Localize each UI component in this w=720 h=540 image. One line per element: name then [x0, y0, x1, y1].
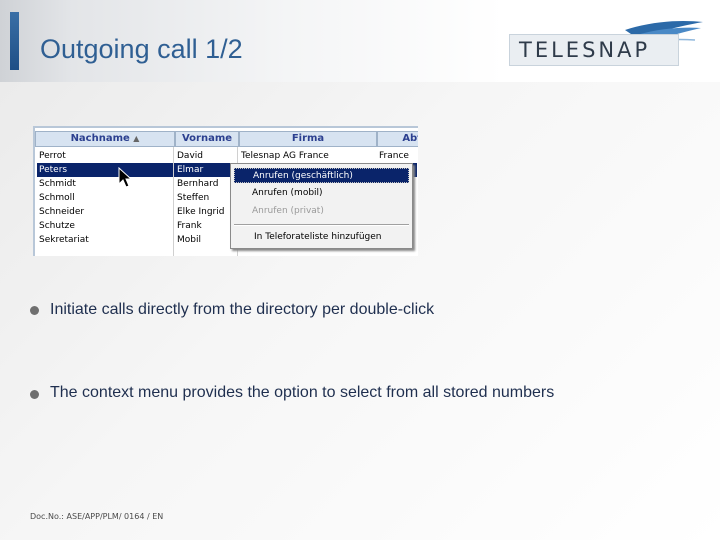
- column-header-label: Nachname: [70, 133, 130, 144]
- bullet-dot: [30, 390, 39, 399]
- menu-item-add-to-list[interactable]: In Teleforateliste hinzufügen: [234, 230, 409, 245]
- column-divider: [173, 147, 174, 256]
- title-accent-bar: [10, 12, 19, 70]
- cell-vorname: Elke Ingrid: [177, 207, 225, 217]
- column-header-label: Vorname: [181, 133, 233, 144]
- menu-item-call-private[interactable]: Anrufen (privat): [234, 204, 409, 219]
- menu-item-label: Anrufen (mobil): [252, 188, 323, 198]
- cell-vorname: Elmar: [177, 165, 204, 175]
- cell-nachname: Schmidt: [39, 179, 76, 189]
- cell-vorname: Frank: [177, 221, 202, 231]
- telesnap-logo: TELESNAP: [505, 18, 705, 68]
- menu-item-call-mobile[interactable]: Anrufen (mobil): [234, 186, 409, 201]
- cell-nachname: Schmoll: [39, 193, 75, 203]
- menu-item-label: Anrufen (geschäftlich): [253, 171, 353, 181]
- column-header-label: Abt: [402, 133, 418, 144]
- column-header-vorname[interactable]: Vorname: [175, 131, 239, 147]
- cell-abt: France: [379, 151, 409, 161]
- bullet-text: The context menu provides the option to …: [50, 384, 555, 401]
- menu-item-label: Anrufen (privat): [252, 206, 324, 216]
- column-header-nachname[interactable]: Nachname ▲: [35, 131, 175, 147]
- cell-vorname: Steffen: [177, 193, 210, 203]
- cell-nachname: Perrot: [39, 151, 66, 161]
- context-menu: Anrufen (geschäftlich) Anrufen (mobil) A…: [230, 163, 413, 249]
- cell-firma: Telesnap AG France: [241, 151, 329, 161]
- bullet-dot: [30, 306, 39, 315]
- table-row[interactable]: Perrot David Telesnap AG France France: [37, 149, 417, 163]
- cell-vorname: Bernhard: [177, 179, 219, 189]
- sort-ascending-icon: ▲: [133, 134, 140, 143]
- mouse-pointer-icon: [118, 167, 133, 188]
- menu-item-call-business[interactable]: Anrufen (geschäftlich): [234, 168, 409, 183]
- menu-separator: [234, 224, 409, 226]
- page-title: Outgoing call 1/2: [40, 34, 243, 64]
- cell-vorname: David: [177, 151, 203, 161]
- column-header-label: Firma: [291, 133, 325, 144]
- cell-nachname: Peters: [39, 165, 68, 175]
- column-header-abt[interactable]: Abt: [377, 131, 418, 147]
- cell-vorname: Mobil: [177, 235, 201, 245]
- cell-nachname: Sekretariat: [39, 235, 89, 245]
- logo-text: TELESNAP: [519, 38, 651, 62]
- bullet-text: Initiate calls directly from the directo…: [50, 301, 435, 318]
- column-header-firma[interactable]: Firma: [239, 131, 377, 147]
- cell-nachname: Schneider: [39, 207, 85, 217]
- document-number: Doc.No.: ASE/APP/PLM/ 0164 / EN: [30, 512, 164, 521]
- cell-nachname: Schutze: [39, 221, 75, 231]
- menu-item-label: In Teleforateliste hinzufügen: [254, 232, 382, 242]
